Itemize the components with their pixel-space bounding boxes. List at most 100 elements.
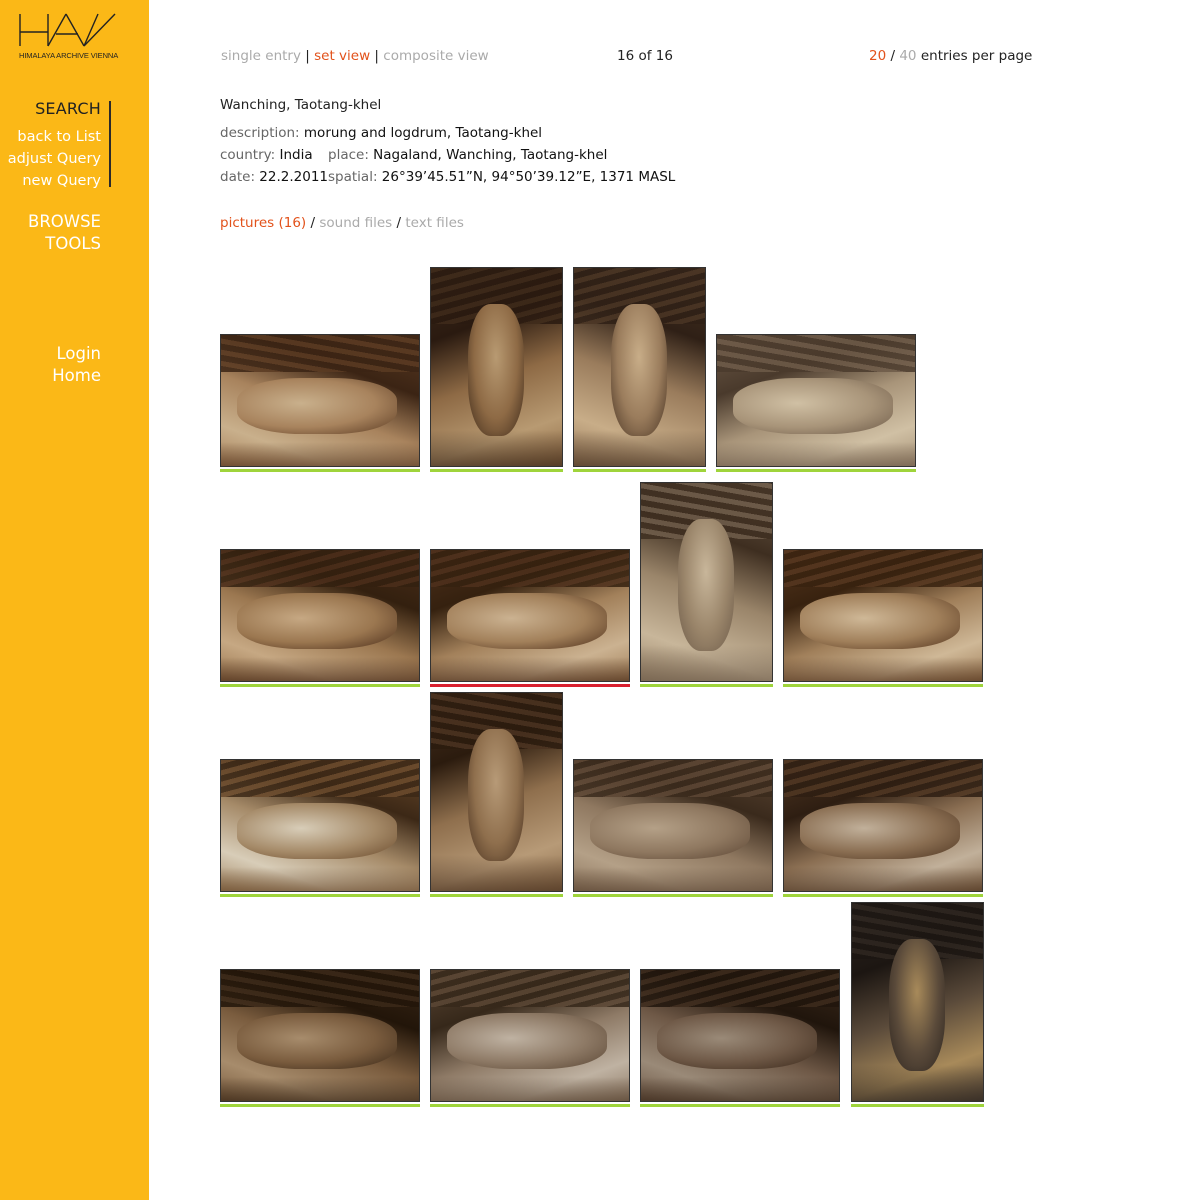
photo-roof-shading: [221, 550, 419, 587]
photo-carving-shape: [590, 803, 750, 859]
photo-floor-shading: [717, 442, 915, 466]
view-separator: |: [305, 48, 310, 64]
thumbnail-image[interactable]: [430, 692, 563, 892]
photo-floor-shading: [852, 1065, 983, 1101]
photo-floor-shading: [641, 645, 772, 681]
photo-roof-shading: [221, 970, 419, 1007]
spatial-field: spatial: 26°39’45.51”N, 94°50’39.12”E, 1…: [328, 169, 675, 185]
home-link[interactable]: Home: [52, 365, 101, 387]
photo-floor-shading: [431, 855, 562, 891]
thumbnail-image[interactable]: [430, 549, 630, 682]
entries-per-page: 20 / 40 entries per page: [869, 48, 1032, 64]
thumbnail-image[interactable]: [851, 902, 984, 1102]
view-mode-switcher: single entry | set view | composite view: [221, 48, 489, 64]
photo-carving-shape: [800, 803, 960, 859]
date-label: date:: [220, 169, 255, 185]
thumbnail-image[interactable]: [640, 969, 840, 1102]
thumbnail-image[interactable]: [430, 267, 563, 467]
country-place-row: country: India place: Nagaland, Wanching…: [220, 147, 607, 163]
tab-text-files[interactable]: text files: [405, 215, 464, 231]
search-submenu: back to List adjust Query new Query: [8, 126, 101, 192]
photo-floor-shading: [641, 1077, 839, 1101]
per-page-label: entries per page: [920, 48, 1033, 64]
thumbnail-image[interactable]: [573, 759, 773, 892]
thumbnail-underline: [573, 894, 773, 897]
thumbnail-image[interactable]: [220, 549, 420, 682]
browse-link[interactable]: BROWSE: [28, 211, 101, 233]
single-entry-link[interactable]: single entry: [221, 48, 301, 64]
photo-carving-shape: [237, 378, 397, 434]
spatial-label: spatial:: [328, 169, 378, 185]
thumbnail-image[interactable]: [716, 334, 916, 467]
photo-carving-shape: [237, 593, 397, 649]
thumbnail-image[interactable]: [573, 267, 706, 467]
photo-floor-shading: [784, 657, 982, 681]
photo-floor-shading: [574, 430, 705, 466]
thumbnail-image[interactable]: [783, 759, 983, 892]
photo-roof-shading: [221, 335, 419, 372]
thumbnail-underline: [220, 1104, 420, 1107]
record-title: Wanching, Taotang-khel: [220, 97, 382, 113]
thumbnail-underline: [430, 469, 563, 472]
photo-carving-shape: [889, 939, 945, 1071]
photo-floor-shading: [221, 442, 419, 466]
photo-roof-shading: [784, 760, 982, 797]
tab-separator: /: [310, 215, 316, 231]
photo-floor-shading: [574, 867, 772, 891]
photo-roof-shading: [717, 335, 915, 372]
back-to-list-link[interactable]: back to List: [8, 126, 101, 148]
logo[interactable]: HIMALAYA ARCHIVE VIENNA: [18, 12, 118, 64]
thumbnail-underline: [573, 469, 706, 472]
photo-roof-shading: [574, 760, 772, 797]
sidebar: HIMALAYA ARCHIVE VIENNA SEARCH back to L…: [0, 0, 149, 1200]
thumbnail-image[interactable]: [220, 759, 420, 892]
per-page-40-link[interactable]: 40: [899, 48, 916, 64]
file-type-tabs: pictures (16) / sound files / text files: [220, 215, 464, 231]
tab-separator: /: [396, 215, 402, 231]
new-query-link[interactable]: new Query: [8, 170, 101, 192]
photo-carving-shape: [611, 304, 667, 436]
thumbnail-underline: [430, 1104, 630, 1107]
thumbnail-underline: [430, 894, 563, 897]
logo-subtitle: HIMALAYA ARCHIVE VIENNA: [19, 51, 119, 60]
description-label: description:: [220, 125, 300, 141]
tab-sound-files[interactable]: sound files: [319, 215, 392, 231]
thumbnail-underline: [783, 894, 983, 897]
thumbnail-underline: [783, 684, 983, 687]
country-value: India: [279, 147, 313, 163]
composite-view-link[interactable]: composite view: [383, 48, 488, 64]
adjust-query-link[interactable]: adjust Query: [8, 148, 101, 170]
tab-pictures[interactable]: pictures (16): [220, 215, 306, 231]
per-page-20-link[interactable]: 20: [869, 48, 886, 64]
result-counter: 16 of 16: [617, 48, 673, 64]
place-value: Nagaland, Wanching, Taotang-khel: [373, 147, 608, 163]
thumbnail-image[interactable]: [220, 969, 420, 1102]
thumbnail-image[interactable]: [783, 549, 983, 682]
browse-tools-menu: BROWSE TOOLS: [28, 211, 101, 255]
tools-link[interactable]: TOOLS: [28, 233, 101, 255]
photo-floor-shading: [221, 867, 419, 891]
thumbnail-image[interactable]: [640, 482, 773, 682]
thumbnail-underline: [716, 469, 916, 472]
description-row: description: morung and logdrum, Taotang…: [220, 125, 542, 141]
login-link[interactable]: Login: [52, 343, 101, 365]
set-view-link[interactable]: set view: [314, 48, 370, 64]
search-divider: [109, 101, 111, 187]
thumbnail-underline: [851, 1104, 984, 1107]
thumbnail-underline: [220, 469, 420, 472]
date-value: 22.2.2011: [259, 169, 329, 185]
thumbnail-image[interactable]: [220, 334, 420, 467]
thumbnail-image[interactable]: [430, 969, 630, 1102]
photo-carving-shape: [733, 378, 893, 434]
hav-logo-mark: [19, 13, 116, 47]
photo-floor-shading: [221, 1077, 419, 1101]
search-heading[interactable]: SEARCH: [35, 99, 101, 118]
spatial-value: 26°39’45.51”N, 94°50’39.12”E, 1371 MASL: [381, 169, 676, 185]
photo-carving-shape: [447, 1013, 607, 1069]
country-label: country:: [220, 147, 276, 163]
photo-floor-shading: [431, 657, 629, 681]
place-label: place:: [328, 147, 369, 163]
thumbnail-underline: [640, 684, 773, 687]
photo-floor-shading: [431, 1077, 629, 1101]
photo-carving-shape: [447, 593, 607, 649]
